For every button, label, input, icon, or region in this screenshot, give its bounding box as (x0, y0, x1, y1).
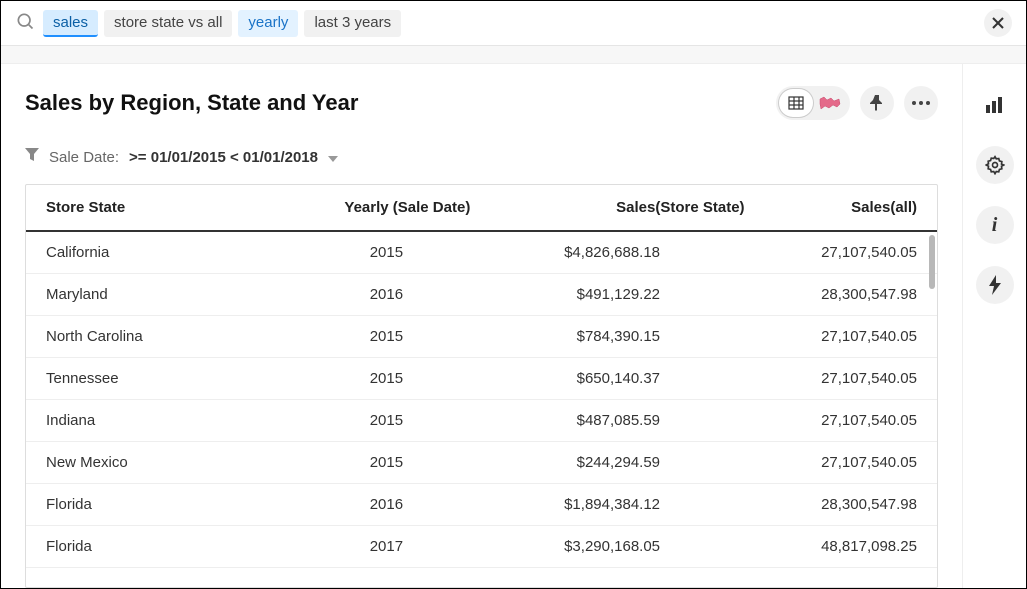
table-cell: 27,107,540.05 (680, 232, 937, 274)
table-cell: 2016 (284, 274, 423, 316)
table-cell: $650,140.37 (423, 358, 680, 400)
scrollbar[interactable] (929, 235, 935, 289)
search-token[interactable]: yearly (238, 10, 298, 37)
table-row[interactable]: Florida2017$3,290,168.0548,817,098.25 (26, 526, 937, 568)
bar-chart-icon (986, 97, 1004, 113)
gear-icon (985, 155, 1005, 175)
column-header[interactable]: Sales(Store State) (490, 185, 764, 231)
table-row[interactable]: New Mexico2015$244,294.5927,107,540.05 (26, 442, 937, 484)
table-cell: $3,290,168.05 (423, 526, 680, 568)
table-cell: 2015 (284, 400, 423, 442)
table-cell: North Carolina (26, 316, 284, 358)
table-cell: Florida (26, 484, 284, 526)
info-icon: i (992, 214, 998, 237)
search-tokens: salesstore state vs allyearlylast 3 year… (43, 10, 401, 37)
table-cell: New Mexico (26, 442, 284, 484)
table-row[interactable]: Indiana2015$487,085.5927,107,540.05 (26, 400, 937, 442)
table-view-button[interactable] (779, 89, 813, 117)
divider-strip (1, 46, 1026, 64)
table-cell: $784,390.15 (423, 316, 680, 358)
table-cell: 2015 (284, 358, 423, 400)
filter-label: Sale Date: (49, 149, 119, 166)
table-cell: Indiana (26, 400, 284, 442)
data-table: Store StateYearly (Sale Date)Sales(Store… (25, 184, 938, 588)
map-view-button[interactable] (813, 89, 847, 117)
table-cell: 2015 (284, 232, 423, 274)
table-row[interactable]: California2015$4,826,688.1827,107,540.05 (26, 232, 937, 274)
table-cell: $244,294.59 (423, 442, 680, 484)
search-bar: salesstore state vs allyearlylast 3 year… (1, 1, 1026, 46)
search-token[interactable]: store state vs all (104, 10, 232, 37)
info-button[interactable]: i (976, 206, 1014, 244)
filter-bar[interactable]: Sale Date: >= 01/01/2015 < 01/01/2018 (25, 148, 938, 166)
table-cell: $491,129.22 (423, 274, 680, 316)
pin-icon (870, 95, 884, 111)
actions-button[interactable] (976, 266, 1014, 304)
table-cell: 27,107,540.05 (680, 358, 937, 400)
filter-icon (25, 148, 39, 166)
pin-button[interactable] (860, 86, 894, 120)
column-header[interactable]: Yearly (Sale Date) (220, 185, 490, 231)
chart-panel-button[interactable] (976, 86, 1014, 124)
view-toggle (776, 86, 850, 120)
table-cell: 27,107,540.05 (680, 442, 937, 484)
table-cell: 27,107,540.05 (680, 316, 937, 358)
search-token[interactable]: last 3 years (304, 10, 401, 37)
table-cell: $487,085.59 (423, 400, 680, 442)
more-button[interactable] (904, 86, 938, 120)
table-row[interactable]: North Carolina2015$784,390.1527,107,540.… (26, 316, 937, 358)
table-cell: 27,107,540.05 (680, 400, 937, 442)
table-cell: California (26, 232, 284, 274)
table-cell: $4,826,688.18 (423, 232, 680, 274)
table-cell: Florida (26, 526, 284, 568)
map-icon (819, 96, 841, 110)
table-icon (788, 95, 804, 111)
chevron-down-icon (328, 149, 338, 166)
search-token[interactable]: sales (43, 10, 98, 37)
clear-search-button[interactable] (984, 9, 1012, 37)
more-icon (912, 101, 930, 105)
settings-button[interactable] (976, 146, 1014, 184)
search-icon (15, 11, 35, 36)
table-cell: 28,300,547.98 (680, 274, 937, 316)
table-cell: 2015 (284, 442, 423, 484)
table-cell: 2017 (284, 526, 423, 568)
table-cell: Tennessee (26, 358, 284, 400)
lightning-icon (989, 275, 1001, 295)
table-cell: $1,894,384.12 (423, 484, 680, 526)
table-row[interactable]: Maryland2016$491,129.2228,300,547.98 (26, 274, 937, 316)
table-row[interactable]: Florida2016$1,894,384.1228,300,547.98 (26, 484, 937, 526)
table-cell: 28,300,547.98 (680, 484, 937, 526)
table-cell: Maryland (26, 274, 284, 316)
column-header[interactable]: Sales(all) (765, 185, 937, 231)
column-header[interactable]: Store State (26, 185, 220, 231)
table-cell: 2016 (284, 484, 423, 526)
table-cell: 48,817,098.25 (680, 526, 937, 568)
close-icon (992, 17, 1004, 29)
table-cell: 2015 (284, 316, 423, 358)
page-title: Sales by Region, State and Year (25, 90, 358, 116)
filter-value: >= 01/01/2015 < 01/01/2018 (129, 149, 318, 166)
table-row[interactable]: Tennessee2015$650,140.3727,107,540.05 (26, 358, 937, 400)
right-rail: i (962, 64, 1026, 588)
